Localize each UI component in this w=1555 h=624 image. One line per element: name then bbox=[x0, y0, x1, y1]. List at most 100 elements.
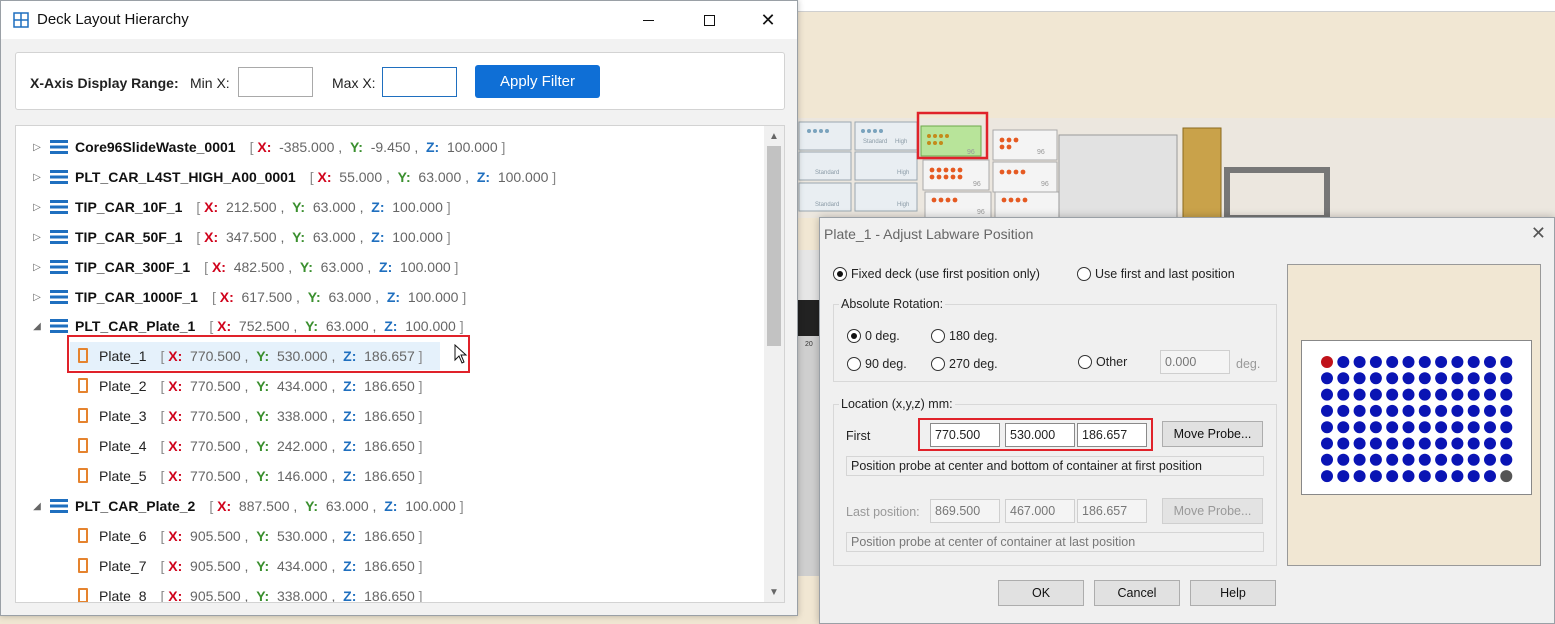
scroll-up-arrow-icon[interactable]: ▲ bbox=[767, 129, 781, 143]
svg-text:High: High bbox=[897, 202, 909, 208]
collapse-arrow-icon[interactable]: ◢ bbox=[32, 320, 42, 332]
ok-button[interactable]: OK bbox=[998, 580, 1084, 606]
y-key: Y: bbox=[256, 558, 270, 574]
x-value: 905.500 bbox=[190, 528, 241, 544]
x-key: X: bbox=[257, 139, 272, 155]
tree-row-plt-car-plate-2[interactable]: ◢ PLT_CAR_Plate_2 [ X: 887.500 , Y: 63.000… bbox=[16, 492, 761, 520]
well bbox=[1402, 437, 1415, 450]
min-x-input[interactable] bbox=[238, 67, 313, 97]
last-y-input[interactable]: 467.000 bbox=[1005, 499, 1075, 523]
z-key: Z: bbox=[343, 408, 357, 424]
tree-row-plate-7[interactable]: Plate_7 [ X: 905.500 , Y: 434.000 , Z: 18… bbox=[16, 552, 761, 580]
rotation-90-radio[interactable] bbox=[847, 357, 861, 371]
well bbox=[1418, 421, 1431, 434]
rotation-other-unit: deg. bbox=[1236, 357, 1261, 371]
rotation-270-radio[interactable] bbox=[931, 357, 945, 371]
plate-wells bbox=[1321, 356, 1513, 483]
rotation-other-radio[interactable] bbox=[1078, 355, 1092, 369]
tree-item-name: TIP_CAR_50F_1 bbox=[75, 229, 183, 245]
well bbox=[1467, 453, 1480, 466]
first-hint: Position probe at center and bottom of c… bbox=[846, 456, 1264, 476]
max-x-input[interactable] bbox=[382, 67, 457, 97]
tree-row-tip-car-1000f-1[interactable]: ▷ TIP_CAR_1000F_1 [ X: 617.500 , Y: 63.000… bbox=[16, 283, 761, 311]
tree-row-plate-4[interactable]: Plate_4 [ X: 770.500 , Y: 242.000 , Z: 18… bbox=[16, 432, 761, 460]
scroll-down-arrow-icon[interactable]: ▼ bbox=[767, 585, 781, 599]
tree-row-tip-car-10f-1[interactable]: ▷ TIP_CAR_10F_1 [ X: 212.500 , Y: 63.000 ,… bbox=[16, 193, 761, 221]
tree-row-plate-6[interactable]: Plate_6 [ X: 905.500 , Y: 530.000 , Z: 18… bbox=[16, 522, 761, 550]
tree-row-tip-car-50f-1[interactable]: ▷ TIP_CAR_50F_1 [ X: 347.500 , Y: 63.000 ,… bbox=[16, 223, 761, 251]
move-probe-button[interactable]: Move Probe... bbox=[1162, 421, 1263, 447]
x-key: X: bbox=[168, 558, 183, 574]
maximize-button[interactable] bbox=[686, 1, 732, 39]
first-last-radio[interactable] bbox=[1077, 267, 1091, 281]
help-button[interactable]: Help bbox=[1190, 580, 1276, 606]
well bbox=[1321, 421, 1333, 434]
collapse-arrow-icon[interactable]: ◢ bbox=[32, 500, 42, 512]
svg-text:96: 96 bbox=[967, 149, 975, 156]
expand-arrow-icon[interactable]: ▷ bbox=[32, 141, 42, 153]
tree-scrollbar[interactable]: ▲ ▼ bbox=[764, 126, 784, 602]
z-value: 186.650 bbox=[364, 408, 415, 424]
tree-row-plate-3[interactable]: Plate_3 [ X: 770.500 , Y: 338.000 , Z: 18… bbox=[16, 402, 761, 430]
expand-arrow-icon[interactable]: ▷ bbox=[32, 201, 42, 213]
tree-item-coords: [ X: 887.500 , Y: 63.000 , Z: 100.000 ] bbox=[209, 498, 464, 514]
rotation-0-label: 0 deg. bbox=[865, 329, 900, 343]
tree-item-coords: [ X: 905.500 , Y: 338.000 , Z: 186.650 ] bbox=[160, 588, 423, 603]
first-y-input[interactable]: 530.000 bbox=[1005, 423, 1075, 447]
tree-row-core96slidewaste-0001[interactable]: ▷ Core96SlideWaste_0001 [ X: -385.000 , Y:… bbox=[16, 133, 761, 161]
tree-row-plate-8[interactable]: Plate_8 [ X: 905.500 , Y: 338.000 , Z: 18… bbox=[16, 582, 761, 603]
well bbox=[1337, 453, 1350, 466]
tree-row-plate-5[interactable]: Plate_5 [ X: 770.500 , Y: 146.000 , Z: 18… bbox=[16, 462, 761, 490]
expand-arrow-icon[interactable]: ▷ bbox=[32, 231, 42, 243]
z-key: Z: bbox=[384, 498, 398, 514]
y-value: 242.000 bbox=[276, 438, 328, 454]
well bbox=[1337, 421, 1350, 434]
tree-row-plt-car-l4st-high-a00-0001[interactable]: ▷ PLT_CAR_L4ST_HIGH_A00_0001 [ X: 55.000 ,… bbox=[16, 163, 761, 191]
well bbox=[1321, 404, 1333, 417]
well bbox=[1402, 372, 1415, 385]
svg-text:Standard: Standard bbox=[815, 202, 839, 208]
well bbox=[1484, 437, 1496, 450]
first-z-input[interactable]: 186.657 bbox=[1077, 423, 1147, 447]
last-hint: Position probe at center of container at… bbox=[846, 532, 1264, 552]
last-move-probe-button[interactable]: Move Probe... bbox=[1162, 498, 1263, 524]
expand-arrow-icon[interactable]: ▷ bbox=[32, 171, 42, 183]
rotation-other-input[interactable]: 0.000 bbox=[1160, 350, 1230, 374]
x-key: X: bbox=[168, 408, 183, 424]
well bbox=[1500, 372, 1513, 385]
rotation-180-radio[interactable] bbox=[931, 329, 945, 343]
tree-row-tip-car-300f-1[interactable]: ▷ TIP_CAR_300F_1 [ X: 482.500 , Y: 63.000 … bbox=[16, 253, 761, 281]
well bbox=[1418, 404, 1431, 417]
close-button[interactable]: ✕ bbox=[745, 1, 791, 39]
tree-row-plate-2[interactable]: Plate_2 [ X: 770.500 , Y: 434.000 , Z: 18… bbox=[16, 372, 761, 400]
apply-filter-button[interactable]: Apply Filter bbox=[475, 65, 600, 98]
z-value: 100.000 bbox=[400, 259, 451, 275]
well bbox=[1386, 404, 1399, 417]
expand-arrow-icon[interactable]: ▷ bbox=[32, 291, 42, 303]
rotation-0-radio[interactable] bbox=[847, 329, 861, 343]
plate-icon bbox=[78, 378, 88, 393]
expand-arrow-icon[interactable]: ▷ bbox=[32, 261, 42, 273]
first-x-input[interactable]: 770.500 bbox=[930, 423, 1000, 447]
well bbox=[1369, 453, 1382, 466]
mouse-cursor-icon bbox=[454, 344, 468, 364]
well bbox=[1402, 470, 1415, 483]
rotation-title: Absolute Rotation: bbox=[839, 297, 946, 311]
last-x-input[interactable]: 869.500 bbox=[930, 499, 1000, 523]
well bbox=[1500, 453, 1513, 466]
well bbox=[1353, 404, 1366, 417]
close-icon[interactable]: ✕ bbox=[1531, 223, 1546, 244]
deck-layout-hierarchy-window: Deck Layout Hierarchy ✕ X-Axis Display R… bbox=[0, 0, 798, 616]
minimize-button[interactable] bbox=[625, 1, 671, 39]
fixed-deck-radio[interactable] bbox=[833, 267, 847, 281]
x-key: X: bbox=[168, 378, 183, 394]
y-value: 63.000 bbox=[325, 318, 369, 334]
well bbox=[1386, 453, 1399, 466]
cancel-button[interactable]: Cancel bbox=[1094, 580, 1180, 606]
y-key: Y: bbox=[256, 468, 270, 484]
last-z-input[interactable]: 186.657 bbox=[1077, 499, 1147, 523]
scrollbar-thumb[interactable] bbox=[767, 146, 781, 346]
y-value: 530.000 bbox=[276, 528, 328, 544]
y-value: 63.000 bbox=[312, 199, 356, 215]
well bbox=[1386, 372, 1399, 385]
